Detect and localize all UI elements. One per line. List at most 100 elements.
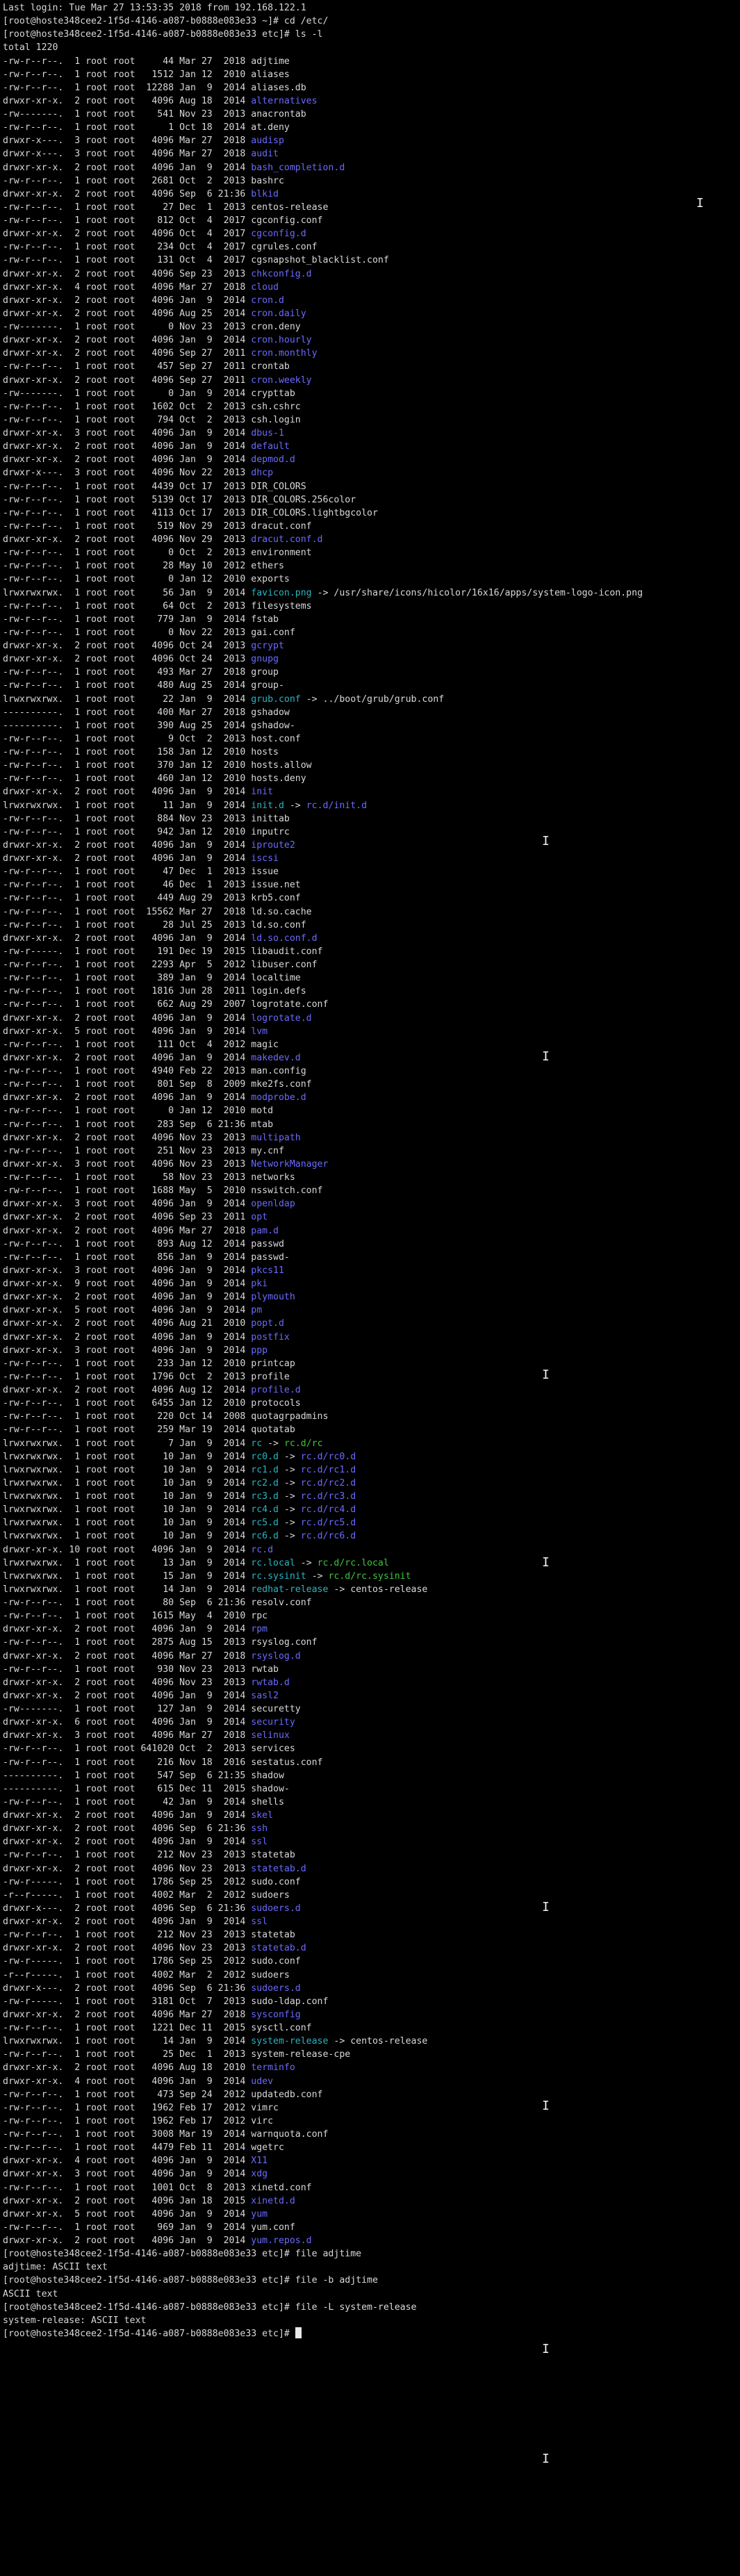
listing-name: makedev.d [251, 1052, 301, 1063]
listing-name: pm [251, 1305, 263, 1316]
listing-row: drwxr-xr-x. 10 root root 4096 Jan 9 2014… [3, 1543, 740, 1557]
listing-name: host.conf [251, 733, 301, 744]
listing-row: -rw-r--r--. 1 root root 884 Nov 23 2013 … [3, 812, 740, 826]
listing-name: sudoers.d [251, 1903, 301, 1914]
listing-meta: drwxr-xr-x. 2 root root 4096 Jan 9 2014 [3, 1052, 252, 1063]
listing-meta: drwxr-xr-x. 2 root root 4096 Sep 6 21:36 [3, 1823, 252, 1835]
command-line: [root@hoste348cee2-1f5d-4146-a087-b0888e… [3, 28, 740, 41]
link-arrow: -> [278, 1531, 301, 1542]
listing-row: -rw-r--r--. 1 root root 641020 Oct 2 201… [3, 1742, 740, 1755]
listing-row: -rw-r--r--. 1 root root 25 Dec 1 2013 sy… [3, 2048, 740, 2061]
shell-prompt: [root@hoste348cee2-1f5d-4146-a087-b0888e… [3, 16, 284, 27]
listing-row: -rw-r--r--. 1 root root 1 Oct 18 2014 at… [3, 121, 740, 134]
listing-row: lrwxrwxrwx. 1 root root 22 Jan 9 2014 gr… [3, 693, 740, 706]
command-output: system-release: ASCII text [3, 2315, 147, 2326]
listing-row: -rw-r--r--. 1 root root 12288 Jan 9 2014… [3, 81, 740, 95]
listing-name: default [251, 441, 290, 452]
listing-name: init.d [251, 800, 284, 811]
listing-row: drwxr-xr-x. 6 root root 4096 Jan 9 2014 … [3, 1716, 740, 1729]
listing-meta: drwxr-x---. 3 root root 4096 Mar 27 2018 [3, 149, 252, 160]
listing-name: dracut.conf [251, 520, 312, 532]
listing-row: -rw-r--r--. 1 root root 283 Sep 6 21:36 … [3, 1118, 740, 1131]
directory-listing: -rw-r--r--. 1 root root 44 Mar 27 2018 a… [3, 55, 740, 2248]
listing-row: ----------. 1 root root 615 Dec 11 2015 … [3, 1782, 740, 1796]
listing-meta: drwxr-xr-x. 2 root root 4096 Jan 9 2014 [3, 1092, 252, 1104]
listing-row: -rw-r--r--. 1 root root 212 Nov 23 2013 … [3, 1848, 740, 1862]
link-arrow: -> [306, 1570, 329, 1582]
listing-meta: -rw-r-----. 1 root root 3181 Oct 7 2013 [3, 1996, 252, 2007]
listing-row: -rw-r--r--. 1 root root 969 Jan 9 2014 y… [3, 2221, 740, 2234]
listing-row: -rw-r--r--. 1 root root 212 Nov 23 2013 … [3, 1928, 740, 1942]
listing-row: lrwxrwxrwx. 1 root root 14 Jan 9 2014 re… [3, 1583, 740, 1596]
listing-meta: drwxr-xr-x. 10 root root 4096 Jan 9 2014 [3, 1544, 252, 1555]
listing-row: -r--r-----. 1 root root 4002 Mar 2 2012 … [3, 1969, 740, 1982]
shell-prompt: [root@hoste348cee2-1f5d-4146-a087-b0888e… [3, 2328, 295, 2339]
listing-row: drwxr-x---. 3 root root 4096 Nov 22 2013… [3, 466, 740, 479]
text-ibeam-icon: I [542, 2099, 550, 2113]
listing-meta: -rw-r--r--. 1 root root 779 Jan 9 2014 [3, 614, 252, 625]
listing-meta: -rw-r--r--. 1 root root 457 Sep 27 2011 [3, 361, 252, 372]
listing-meta: -rw-r--r--. 1 root root 2875 Aug 15 2013 [3, 1637, 252, 1648]
listing-name: cron.daily [251, 308, 306, 319]
link-arrow: -> [278, 1477, 301, 1488]
listing-meta: drwxr-x---. 3 root root 4096 Mar 27 2018 [3, 136, 252, 147]
listing-row: drwxr-xr-x. 2 root root 4096 Nov 29 2013… [3, 533, 740, 546]
shell-command: cd /etc/ [283, 16, 329, 27]
listing-meta: lrwxrwxrwx. 1 root root 13 Jan 9 2014 [3, 1557, 252, 1568]
link-arrow: -> [283, 800, 306, 811]
command-line: [root@hoste348cee2-1f5d-4146-a087-b0888e… [3, 2327, 740, 2340]
listing-name: rc2.d [251, 1477, 279, 1488]
listing-name: crontab [251, 361, 290, 372]
listing-meta: -rw-r--r--. 1 root root 259 Mar 19 2014 [3, 1425, 252, 1436]
listing-meta: -rw-r--r--. 1 root root 58 Nov 23 2013 [3, 1172, 252, 1183]
listing-name: dhcp [251, 468, 274, 479]
listing-meta: -rw-r--r--. 1 root root 1962 Feb 17 2012 [3, 2102, 252, 2113]
listing-meta: -rw-r--r--. 1 root root 234 Oct 4 2017 [3, 242, 252, 253]
listing-row: ----------. 1 root root 547 Sep 6 21:35 … [3, 1769, 740, 1782]
listing-meta: drwxr-xr-x. 3 root root 4096 Jan 9 2014 [3, 1265, 252, 1276]
listing-name: favicon.png [251, 587, 312, 598]
listing-name: init [251, 787, 274, 798]
listing-meta: drwxr-xr-x. 6 root root 4096 Jan 9 2014 [3, 1717, 252, 1728]
listing-name: shadow- [251, 1783, 290, 1794]
listing-name: rsyslog.conf [251, 1637, 318, 1648]
listing-row: -rw-r--r--. 1 root root 15562 Mar 27 201… [3, 905, 740, 919]
listing-name: rc4.d [251, 1504, 279, 1516]
listing-name: modprobe.d [251, 1092, 306, 1104]
listing-row: -rw-r-----. 1 root root 1786 Sep 25 2012… [3, 1876, 740, 1889]
listing-row: drwxr-xr-x. 2 root root 4096 Jan 9 2014 … [3, 1689, 740, 1703]
listing-meta: drwxr-xr-x. 2 root root 4096 Oct 4 2017 [3, 229, 252, 240]
link-target: rc.d/rc [283, 1438, 323, 1449]
listing-meta: -rw-r--r--. 1 root root 856 Jan 9 2014 [3, 1252, 252, 1263]
listing-meta: drwxr-xr-x. 2 root root 4096 Aug 18 2014 [3, 95, 252, 106]
command-line: [root@hoste348cee2-1f5d-4146-a087-b0888e… [3, 2301, 740, 2314]
listing-meta: drwxr-xr-x. 2 root root 4096 Sep 23 2011 [3, 1212, 252, 1223]
terminal-window[interactable]: Last login: Tue Mar 27 13:53:35 2018 fro… [0, 0, 740, 2576]
listing-meta: drwxr-xr-x. 2 root root 4096 Jan 9 2014 [3, 853, 252, 864]
listing-meta: drwxr-xr-x. 2 root root 4096 Aug 12 2014 [3, 1385, 252, 1395]
listing-name: sudo.conf [251, 1876, 301, 1887]
listing-row: -rw-r--r--. 1 root root 44 Mar 27 2018 a… [3, 55, 740, 68]
listing-name: dbus-1 [251, 428, 284, 438]
listing-name: ssl [251, 1917, 268, 1927]
listing-name: hosts.deny [251, 773, 306, 785]
listing-row: -r--r-----. 1 root root 4002 Mar 2 2012 … [3, 1889, 740, 1902]
listing-row: drwxr-xr-x. 4 root root 4096 Jan 9 2014 … [3, 2154, 740, 2167]
listing-name: logrotate.d [251, 1012, 312, 1024]
text-ibeam-icon: I [542, 2452, 550, 2466]
command-output: adjtime: ASCII text [3, 2262, 108, 2273]
listing-row: -rw-r--r--. 1 root root 457 Sep 27 2011 … [3, 360, 740, 373]
listing-row: -rw-r--r--. 1 root root 4940 Feb 22 2013… [3, 1065, 740, 1078]
listing-meta: -rw-r--r--. 1 root root 25 Dec 1 2013 [3, 2049, 252, 2060]
link-arrow: -> [278, 1491, 301, 1502]
listing-meta: -rw-r--r--. 1 root root 942 Jan 12 2010 [3, 826, 252, 837]
listing-row: -rw-r--r--. 1 root root 0 Jan 12 2010 ex… [3, 573, 740, 586]
listing-meta: drwxr-xr-x. 2 root root 4096 Sep 27 2011 [3, 375, 252, 386]
listing-row: -rw-r--r--. 1 root root 779 Jan 9 2014 f… [3, 613, 740, 626]
listing-row: drwxr-xr-x. 3 root root 4096 Mar 27 2018… [3, 1729, 740, 1742]
listing-name: redhat-release [251, 1584, 329, 1595]
listing-meta: -rw-r--r--. 1 root root 1 Oct 18 2014 [3, 122, 252, 133]
last-login-line: Last login: Tue Mar 27 13:53:35 2018 fro… [3, 3, 306, 13]
listing-meta: drwxr-xr-x. 2 root root 4096 Jan 9 2014 [3, 1331, 252, 1343]
listing-meta: -rw-r--r--. 1 root root 4113 Oct 17 2013 [3, 507, 252, 518]
